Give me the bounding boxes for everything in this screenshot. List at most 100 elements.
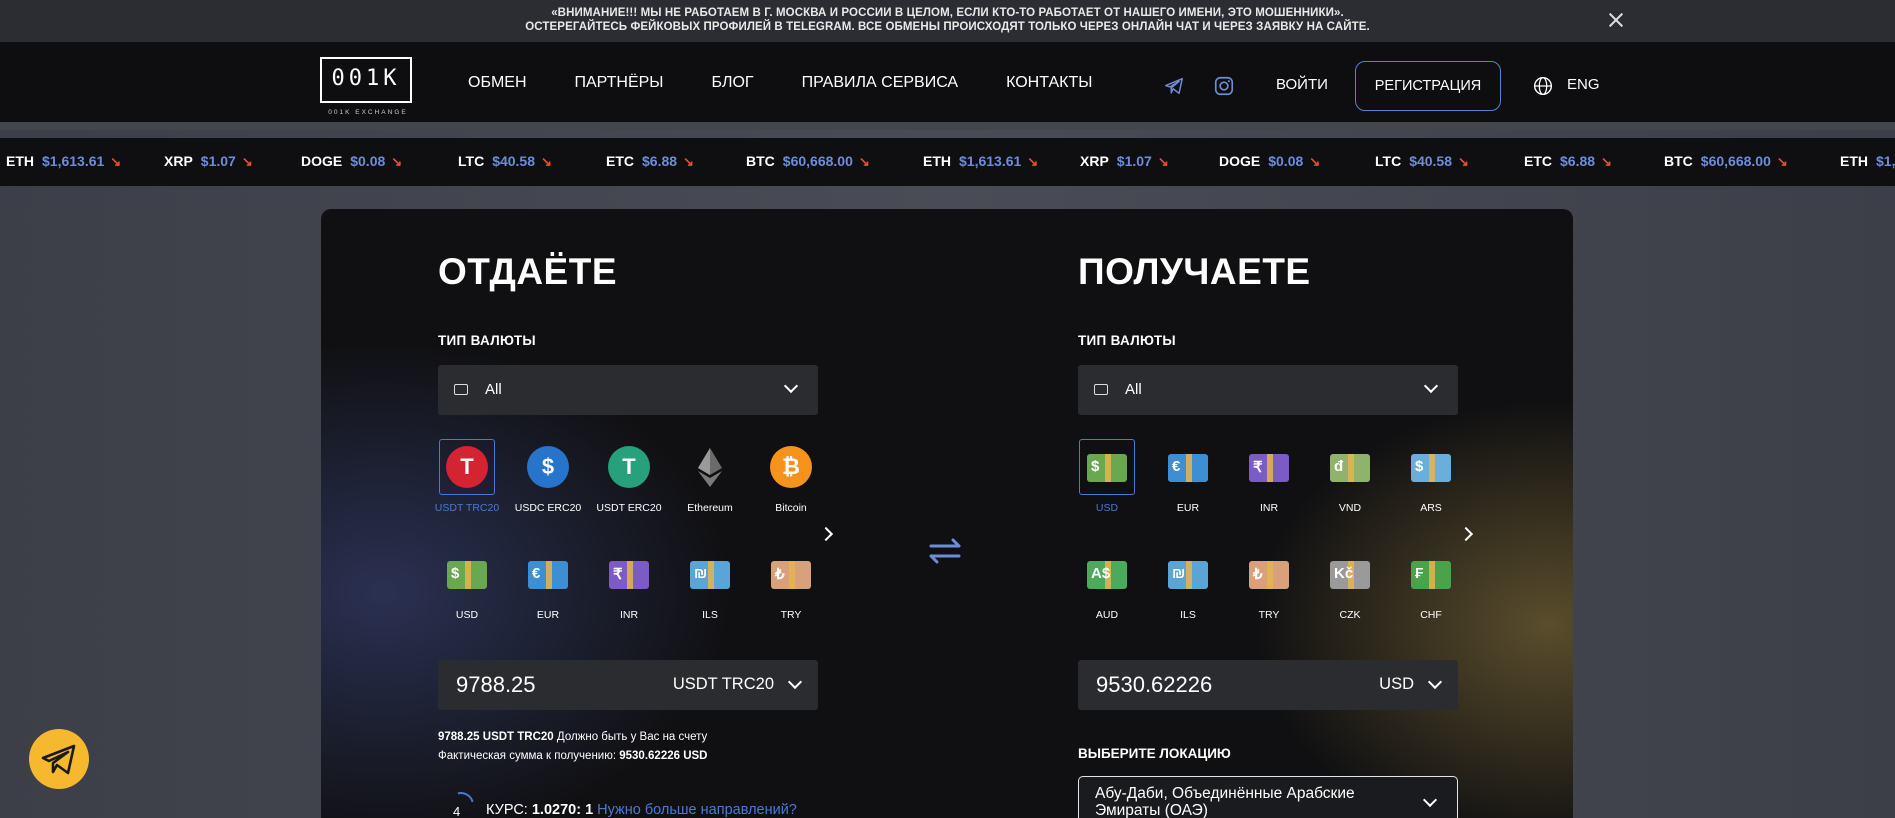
language-switch[interactable]: ENG xyxy=(1567,76,1600,93)
main-nav: ОБМЕН ПАРТНЁРЫ БЛОГ ПРАВИЛА СЕРВИСА КОНТ… xyxy=(468,74,1092,92)
nav-partners[interactable]: ПАРТНЁРЫ xyxy=(575,74,664,92)
ticker-symbol: BTC xyxy=(1664,153,1693,169)
give-amount-field[interactable]: 9788.25 USDT TRC20 xyxy=(438,660,818,710)
trend-down-icon: ↘ xyxy=(541,154,552,169)
currency-option[interactable]: ₣ CHF xyxy=(1402,545,1460,633)
currency-option[interactable]: $ USDC ERC20 xyxy=(515,438,581,526)
eur-icon: € xyxy=(527,553,569,595)
nav-blog[interactable]: БЛОГ xyxy=(711,74,753,92)
logo[interactable]: 001K 001K EXCHANGE xyxy=(320,57,412,116)
give-type-label: ТИП ВАЛЮТЫ xyxy=(438,333,536,348)
eur-icon: € xyxy=(1167,446,1209,488)
ticker-symbol: LTC xyxy=(1375,153,1402,169)
telegram-chat-button[interactable] xyxy=(29,729,89,789)
warning-banner: «ВНИМАНИЕ!!! МЫ НЕ РАБОТАЕМ В Г. МОСКВА … xyxy=(0,0,1895,42)
currency-label: EUR xyxy=(536,609,560,621)
globe-icon[interactable] xyxy=(1533,76,1553,96)
ticker-symbol: DOGE xyxy=(301,153,343,169)
ticker-price: $1,613.61 xyxy=(959,153,1022,169)
ticker-item: BTC $60,668.00 ↘ xyxy=(746,153,870,170)
trend-down-icon: ↘ xyxy=(858,154,870,169)
instagram-icon[interactable] xyxy=(1213,75,1235,97)
nav-exchange[interactable]: ОБМЕН xyxy=(468,74,527,92)
rate-timer-value: 4 xyxy=(453,804,461,818)
currency-option[interactable]: ₿ Bitcoin xyxy=(762,438,820,526)
ticker-price: $60,668.00 xyxy=(782,153,853,169)
trend-down-icon: ↘ xyxy=(110,154,122,169)
ars-icon: $ xyxy=(1410,446,1452,488)
currency-label: TRY xyxy=(1258,609,1280,621)
aud-icon: A$ xyxy=(1086,553,1128,595)
ticker-item: ETH $1,61 xyxy=(1840,153,1895,169)
logo-subtitle: 001K EXCHANGE xyxy=(328,109,408,116)
location-select[interactable]: Абу-Даби, Объединённые Арабские Эмираты … xyxy=(1078,776,1458,818)
nav-contacts[interactable]: КОНТАКТЫ xyxy=(1006,74,1092,92)
give-info-line-1: 9788.25 USDT TRC20 Должно быть у Вас на … xyxy=(438,731,708,743)
currency-option[interactable]: T USDT TRC20 xyxy=(435,438,499,526)
currency-option[interactable]: € EUR xyxy=(1159,438,1217,526)
currency-option[interactable]: Ethereum xyxy=(681,438,739,526)
ticker-item: ETC $6.88 ↘ xyxy=(1524,153,1612,170)
currency-option[interactable]: ₹ INR xyxy=(1240,438,1298,526)
get-type-value: All xyxy=(1125,381,1142,398)
trend-down-icon: ↘ xyxy=(1776,154,1788,169)
swap-icon[interactable] xyxy=(927,537,963,565)
chevron-down-icon xyxy=(787,674,803,690)
currency-option[interactable]: $ USD xyxy=(1078,438,1136,526)
wallet-icon xyxy=(454,384,468,395)
ticker-item: XRP $1.07 ↘ xyxy=(164,153,253,170)
more-directions-link[interactable]: Нужно больше направлений? xyxy=(597,802,797,818)
get-type-select[interactable]: All xyxy=(1078,365,1458,415)
ticker-item: DOGE $0.08 ↘ xyxy=(1219,153,1320,170)
ils-icon: ₪ xyxy=(1167,553,1209,595)
give-type-select[interactable]: All xyxy=(438,365,818,415)
try-icon: ₺ xyxy=(770,553,812,595)
give-next-arrow-icon[interactable] xyxy=(818,526,834,542)
currency-label: VND xyxy=(1338,502,1362,514)
site-header: 001K 001K EXCHANGE ОБМЕН ПАРТНЁРЫ БЛОГ П… xyxy=(0,42,1895,130)
ticker-price: $1,61 xyxy=(1876,153,1895,169)
currency-option[interactable]: ₹ INR xyxy=(600,545,658,633)
ticker-price: $60,668.00 xyxy=(1700,153,1771,169)
currency-option[interactable]: đ VND xyxy=(1321,438,1379,526)
exchange-card: ОТДАЁТЕ ТИП ВАЛЮТЫ All T USDT TRC20 $ USDC … xyxy=(321,209,1573,818)
try-icon: ₺ xyxy=(1248,553,1290,595)
currency-option[interactable]: ₪ ILS xyxy=(1159,545,1217,633)
get-amount-field[interactable]: 9530.62226 USD xyxy=(1078,660,1458,710)
ils-icon: ₪ xyxy=(689,553,731,595)
ticker-symbol: ETC xyxy=(606,153,634,169)
wallet-icon xyxy=(1094,384,1108,395)
ticker-item: LTC $40.58 ↘ xyxy=(458,153,552,170)
currency-option[interactable]: $ ARS xyxy=(1402,438,1460,526)
ticker-symbol: ETH xyxy=(1840,153,1868,169)
trend-down-icon: ↘ xyxy=(683,154,694,169)
currency-option[interactable]: ₺ TRY xyxy=(1240,545,1298,633)
chevron-down-icon xyxy=(1422,792,1438,808)
telegram-icon[interactable] xyxy=(1163,75,1185,97)
nav-rules[interactable]: ПРАВИЛА СЕРВИСА xyxy=(802,74,959,92)
ticker-item: DOGE $0.08 ↘ xyxy=(301,153,402,170)
get-currency-select[interactable]: USD xyxy=(1379,675,1414,694)
ticker-symbol: XRP xyxy=(1080,153,1109,169)
give-currency-select[interactable]: USDT TRC20 xyxy=(673,675,774,694)
currency-option[interactable]: $ USD xyxy=(438,545,496,633)
ticker-item: LTC $40.58 ↘ xyxy=(1375,153,1469,170)
get-next-arrow-icon[interactable] xyxy=(1458,526,1474,542)
register-button[interactable]: РЕГИСТРАЦИЯ xyxy=(1355,61,1501,111)
currency-option[interactable]: ₪ ILS xyxy=(681,545,739,633)
currency-option[interactable]: A$ AUD xyxy=(1078,545,1136,633)
currency-option[interactable]: € EUR xyxy=(519,545,577,633)
close-icon[interactable] xyxy=(1605,9,1627,31)
currency-option[interactable]: ₺ TRY xyxy=(762,545,820,633)
ticker-symbol: ETH xyxy=(923,153,951,169)
trend-down-icon: ↘ xyxy=(1157,154,1169,169)
currency-label: CHF xyxy=(1420,609,1442,621)
currency-label: Ethereum xyxy=(687,502,733,514)
currency-option[interactable]: T USDT ERC20 xyxy=(596,438,662,526)
currency-option[interactable]: Kč CZK xyxy=(1321,545,1379,633)
trend-down-icon: ↘ xyxy=(1309,154,1321,169)
login-link[interactable]: ВОЙТИ xyxy=(1276,76,1328,93)
rate-timer-icon xyxy=(443,787,479,818)
ticker-price: $1.07 xyxy=(200,153,236,169)
give-type-value: All xyxy=(485,381,502,398)
